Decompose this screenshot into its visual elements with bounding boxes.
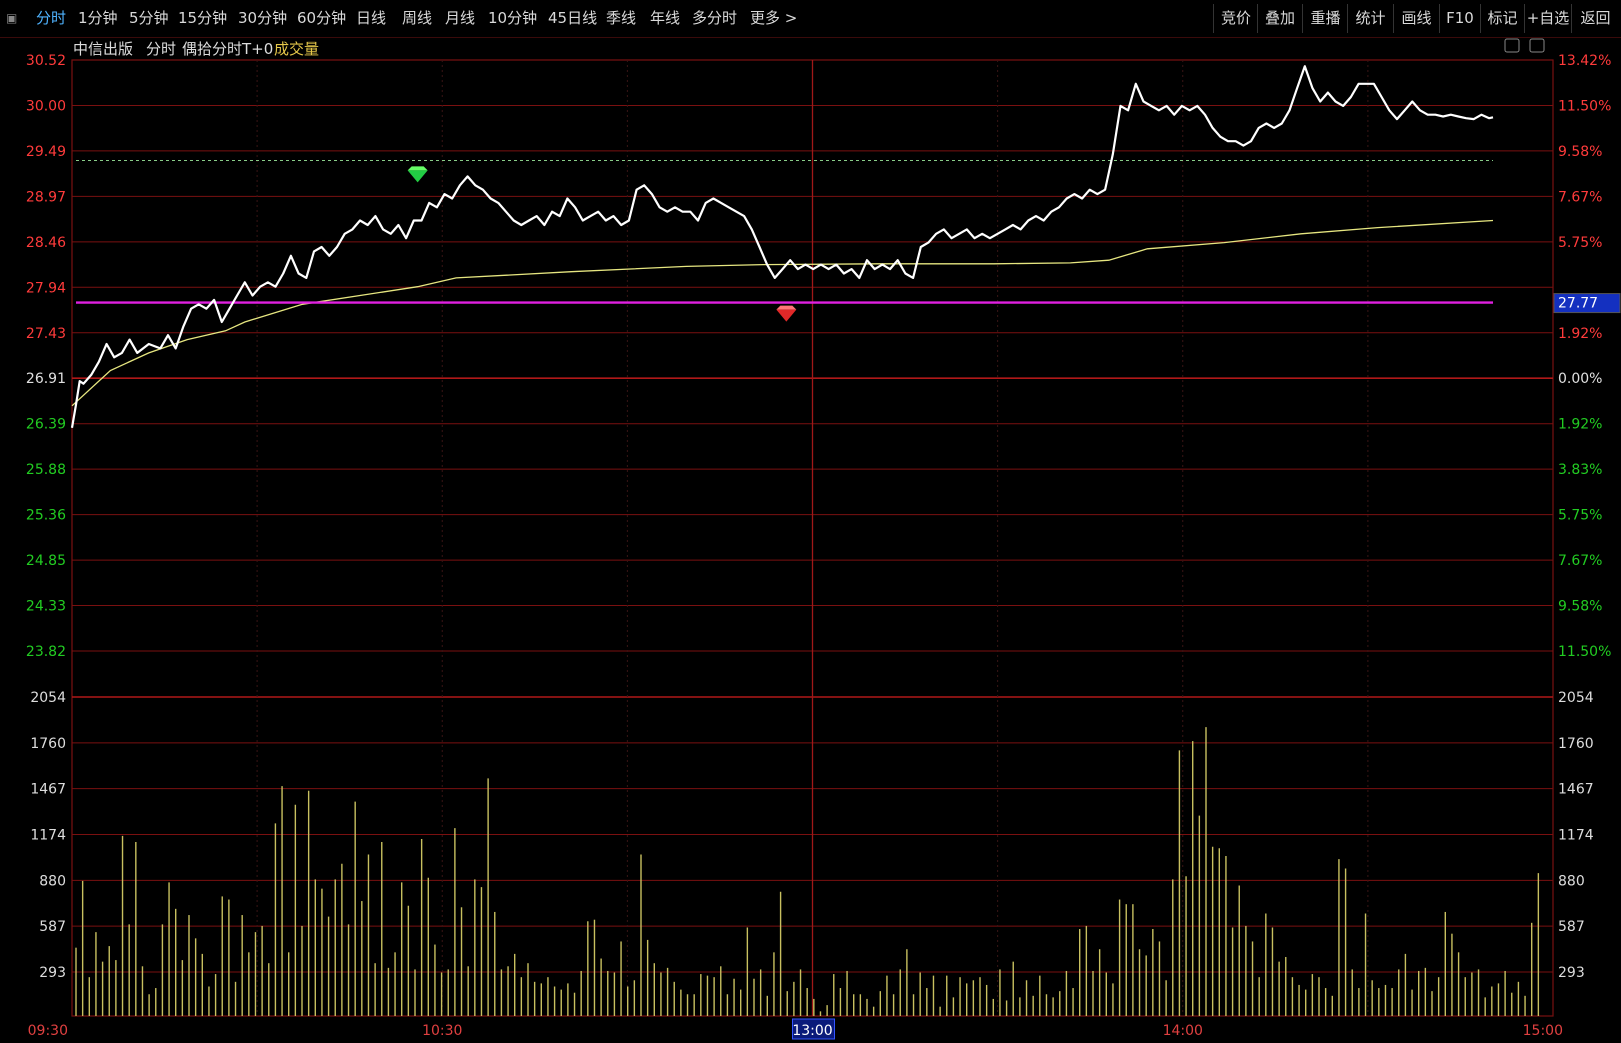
volume-tick-label: 880 — [39, 873, 66, 889]
percent-tick-label: 13.42% — [1558, 53, 1611, 69]
price-tick-label: 27.43 — [26, 326, 66, 342]
volume-tick-label: 1174 — [30, 828, 66, 844]
time-tick-label: 15:00 — [1523, 1023, 1563, 1039]
price-line — [70, 65, 1494, 428]
buy-signal-icon — [776, 309, 797, 322]
zoom-icon[interactable] — [1504, 38, 1520, 53]
volume-tick-label: 1174 — [1558, 828, 1594, 844]
percent-tick-label: 3.83% — [1558, 462, 1602, 478]
volume-tick-label: 2054 — [30, 690, 66, 706]
percent-tick-label: 11.50% — [1558, 644, 1611, 660]
percent-tick-label: 9.58% — [1558, 144, 1602, 160]
price-tick-label: 24.85 — [26, 553, 66, 569]
intraday-chart[interactable]: 30.52 13.42% 30.00 11.50% 29.49 9.58% 28.97 7.6… — [0, 0, 1621, 1043]
volume-tick-label: 880 — [1558, 873, 1585, 889]
volume-tick-label: 1467 — [1558, 782, 1594, 798]
price-tick-label: 27.94 — [26, 280, 66, 296]
volume-bars — [75, 727, 1540, 1016]
volume-tick-label: 2054 — [1558, 690, 1594, 706]
price-tick-label: 26.91 — [26, 371, 66, 387]
price-tick-label: 28.46 — [26, 235, 66, 251]
percent-tick-label: 0.00% — [1558, 371, 1602, 387]
layout-icon[interactable] — [1529, 38, 1545, 53]
price-tick-label: 25.88 — [26, 462, 66, 478]
price-tick-label: 29.49 — [26, 144, 66, 160]
price-tick-label: 26.39 — [26, 417, 66, 433]
volume-tick-label: 293 — [39, 965, 66, 981]
percent-tick-label: 7.67% — [1558, 553, 1602, 569]
sell-signal-icon — [407, 170, 428, 183]
volume-tick-label: 1760 — [30, 736, 66, 752]
percent-tick-label: 1.92% — [1558, 326, 1602, 342]
percent-tick-label: 5.75% — [1558, 508, 1602, 524]
percent-tick-label: 1.92% — [1558, 417, 1602, 433]
time-tick-label: 14:00 — [1163, 1023, 1203, 1039]
sell-signal-icon — [407, 166, 428, 171]
percent-tick-label: 11.50% — [1558, 98, 1611, 114]
percent-tick-label: 7.67% — [1558, 189, 1602, 205]
volume-tick-label: 587 — [39, 919, 66, 935]
volume-tick-label: 293 — [1558, 965, 1585, 981]
time-tick-label: 10:30 — [422, 1023, 462, 1039]
time-tick-label: 09:30 — [28, 1023, 68, 1039]
volume-tick-label: 1467 — [30, 782, 66, 798]
price-tick-label: 30.52 — [26, 53, 66, 69]
price-tick-label: 25.36 — [26, 508, 66, 524]
price-tick-label: 23.82 — [26, 644, 66, 660]
price-tick-label: 30.00 — [26, 98, 66, 114]
price-tick-label: 24.33 — [26, 599, 66, 615]
support-price-label: 27.77 — [1558, 296, 1598, 312]
volume-tick-label: 1760 — [1558, 736, 1594, 752]
price-tick-label: 28.97 — [26, 189, 66, 205]
percent-tick-label: 5.75% — [1558, 235, 1602, 251]
volume-tick-label: 587 — [1558, 919, 1585, 935]
time-tick-label: 13:00 — [792, 1023, 832, 1039]
buy-signal-icon — [776, 305, 797, 310]
percent-tick-label: 9.58% — [1558, 599, 1602, 615]
